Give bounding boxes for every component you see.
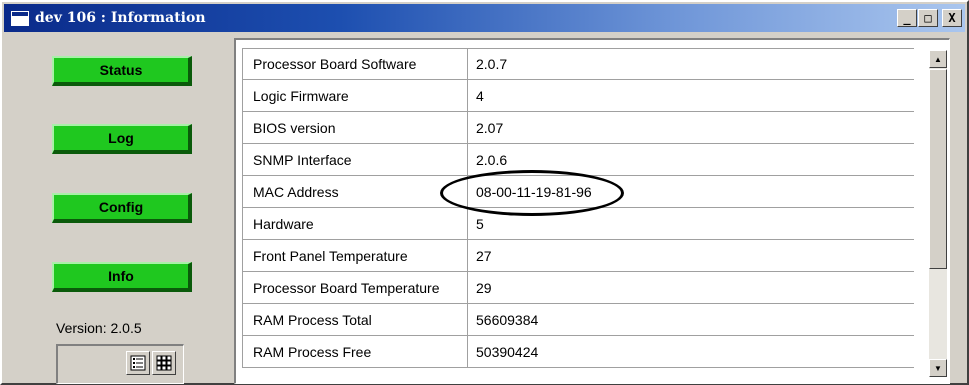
view-toggle-panel — [56, 344, 184, 384]
row-label: BIOS version — [242, 112, 468, 143]
row-value: 4 — [476, 87, 484, 104]
scroll-down-icon[interactable]: ▼ — [929, 359, 947, 377]
row-value: 08-00-11-19-81-96 — [476, 183, 592, 200]
row-label: RAM Process Total — [242, 304, 468, 335]
table-row: Hardware 5 — [242, 208, 914, 240]
table-row: Processor Board Temperature 29 — [242, 272, 914, 304]
row-value: 50390424 — [476, 343, 539, 360]
row-value: 2.0.6 — [476, 151, 508, 168]
table-row: Front Panel Temperature 27 — [242, 240, 914, 272]
grid-view-icon[interactable] — [152, 351, 176, 375]
table-row: BIOS version 2.07 — [242, 112, 914, 144]
close-button[interactable]: X — [942, 9, 962, 27]
info-window: dev 106 : Information _ □ X Status Log C… — [0, 0, 969, 385]
row-label: Front Panel Temperature — [242, 240, 468, 271]
table-row: Logic Firmware 4 — [242, 80, 914, 112]
window-title: dev 106 : Information — [35, 10, 206, 26]
row-value: 27 — [476, 247, 492, 264]
maximize-button[interactable]: □ — [918, 9, 938, 27]
row-label: RAM Process Free — [242, 336, 468, 367]
config-button[interactable]: Config — [52, 193, 192, 223]
table-row: SNMP Interface 2.0.6 — [242, 144, 914, 176]
log-button[interactable]: Log — [52, 124, 192, 154]
row-value: 2.0.7 — [476, 56, 508, 72]
version-label: Version: 2.0.5 — [56, 320, 142, 336]
info-panel: Processor Board Software 2.0.7 Logic Fir… — [234, 38, 950, 384]
status-button[interactable]: Status — [52, 56, 192, 86]
row-label: Processor Board Software — [242, 49, 468, 79]
minimize-button[interactable]: _ — [897, 9, 917, 27]
window-controls: _ □ X — [896, 9, 962, 27]
window-icon — [11, 10, 29, 26]
row-label: MAC Address — [242, 176, 468, 207]
info-table: Processor Board Software 2.0.7 Logic Fir… — [242, 48, 914, 368]
table-row: MAC Address 08-00-11-19-81-96 — [242, 176, 914, 208]
scroll-up-icon[interactable]: ▲ — [929, 50, 947, 68]
info-button[interactable]: Info — [52, 262, 192, 292]
row-label: Hardware — [242, 208, 468, 239]
scroll-thumb[interactable] — [929, 69, 947, 269]
title-bar[interactable]: dev 106 : Information _ □ X — [4, 4, 965, 32]
table-row: RAM Process Total 56609384 — [242, 304, 914, 336]
table-row: RAM Process Free 50390424 — [242, 336, 914, 368]
row-value: 56609384 — [476, 311, 539, 328]
list-view-icon[interactable] — [126, 351, 150, 375]
row-value: 2.07 — [476, 119, 504, 136]
row-label: Processor Board Temperature — [242, 272, 468, 303]
sidebar: Status Log Config Info Version: 2.0.5 — [6, 34, 226, 384]
table-row: Processor Board Software 2.0.7 — [242, 48, 914, 80]
row-value: 5 — [476, 215, 484, 232]
row-label: SNMP Interface — [242, 144, 468, 175]
vertical-scrollbar[interactable]: ▲ ▼ — [929, 50, 947, 377]
row-value: 29 — [476, 279, 492, 296]
row-label: Logic Firmware — [242, 80, 468, 111]
